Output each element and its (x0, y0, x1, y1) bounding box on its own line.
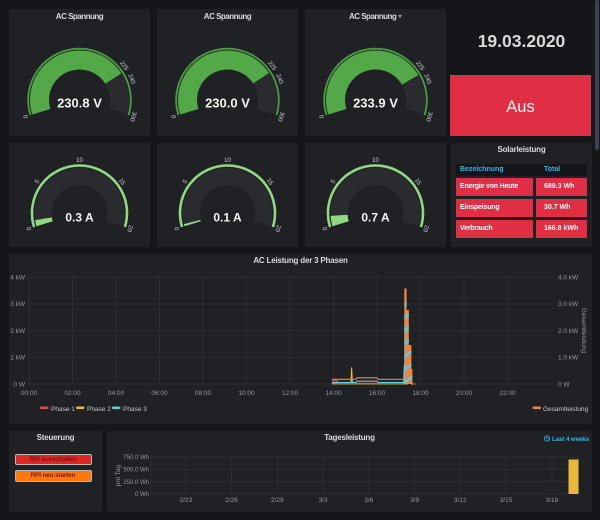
svg-text:10: 10 (76, 158, 83, 164)
svg-text:06:00: 06:00 (151, 390, 168, 397)
svg-text:02:00: 02:00 (64, 390, 81, 397)
svg-text:10: 10 (372, 158, 379, 164)
svg-text:12:00: 12:00 (282, 390, 299, 397)
svg-text:0 Wh: 0 Wh (135, 492, 149, 498)
svg-text:230.8 V: 230.8 V (57, 96, 102, 111)
svg-text:230.0 V: 230.0 V (205, 96, 250, 111)
svg-text:0: 0 (23, 113, 30, 119)
svg-text:0: 0 (319, 113, 326, 119)
svg-text:225: 225 (266, 60, 277, 72)
svg-text:Last 4 weeks: Last 4 weeks (552, 436, 590, 443)
svg-text:0.3 A: 0.3 A (65, 210, 94, 224)
svg-text:1 kW: 1 kW (10, 355, 26, 362)
svg-text:22:00: 22:00 (499, 390, 516, 397)
svg-text:250.0 Wh: 250.0 Wh (123, 480, 149, 486)
svg-text:3/15: 3/15 (500, 497, 513, 504)
svg-text:3/9: 3/9 (410, 497, 419, 504)
svg-text:20:00: 20:00 (456, 390, 473, 397)
svg-text:10:00: 10:00 (238, 390, 255, 397)
svg-text:2/26: 2/26 (225, 497, 238, 504)
svg-text:00:00: 00:00 (21, 390, 38, 397)
svg-text:Phase 3: Phase 3 (123, 406, 147, 413)
svg-text:2/23: 2/23 (179, 497, 192, 504)
svg-text:750.0 Wh: 750.0 Wh (123, 455, 149, 461)
svg-text:3.0 kW: 3.0 kW (558, 301, 579, 308)
svg-text:0.1 A: 0.1 A (213, 210, 242, 224)
svg-text:4.0 kW: 4.0 kW (558, 274, 579, 281)
svg-text:500.0 Wh: 500.0 Wh (123, 468, 149, 474)
svg-text:1.0 kW: 1.0 kW (558, 355, 579, 362)
svg-text:233.9 V: 233.9 V (353, 96, 398, 111)
svg-text:0.7 A: 0.7 A (361, 210, 390, 224)
svg-text:Phase 1: Phase 1 (51, 406, 75, 413)
svg-text:3/18: 3/18 (545, 497, 558, 504)
svg-text:04:00: 04:00 (108, 390, 125, 397)
svg-text:0: 0 (322, 225, 329, 231)
svg-text:3/6: 3/6 (364, 497, 373, 504)
svg-text:3/12: 3/12 (454, 497, 467, 504)
svg-text:225: 225 (118, 60, 129, 72)
svg-text:pro Tag: pro Tag (115, 464, 122, 486)
svg-text:2/29: 2/29 (271, 497, 284, 504)
svg-text:0: 0 (174, 225, 181, 231)
svg-text:10: 10 (224, 158, 231, 164)
svg-text:08:00: 08:00 (195, 390, 212, 397)
svg-text:2.0 kW: 2.0 kW (558, 328, 579, 335)
svg-text:3/3: 3/3 (319, 497, 328, 504)
svg-text:Gesamtleistung: Gesamtleistung (543, 406, 589, 413)
svg-text:18:00: 18:00 (412, 390, 429, 397)
svg-text:0: 0 (26, 225, 33, 231)
svg-text:16:00: 16:00 (369, 390, 386, 397)
svg-text:14:00: 14:00 (325, 390, 342, 397)
svg-text:0 W: 0 W (558, 381, 570, 388)
svg-text:4 kW: 4 kW (10, 274, 26, 281)
svg-text:0 W: 0 W (13, 381, 25, 388)
svg-text:3 kW: 3 kW (10, 301, 26, 308)
svg-text:Gesamtleistung: Gesamtleistung (580, 308, 587, 354)
svg-text:2 kW: 2 kW (10, 328, 26, 335)
svg-text:Phase 2: Phase 2 (87, 406, 111, 413)
svg-text:225: 225 (414, 60, 425, 72)
svg-text:0: 0 (171, 113, 178, 119)
